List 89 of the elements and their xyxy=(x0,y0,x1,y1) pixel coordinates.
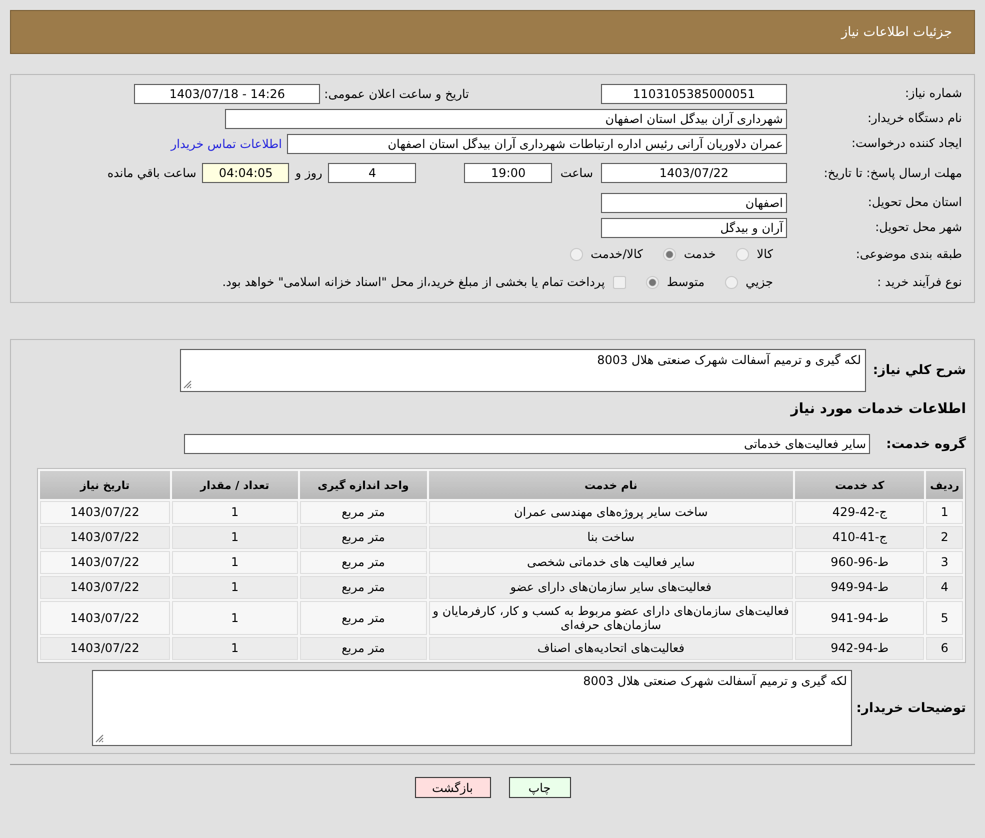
table-cell: 1403/07/22 xyxy=(40,601,170,635)
buyer-field: شهرداری آران بیدگل استان اصفهان xyxy=(225,108,787,128)
province-field: اصفهان xyxy=(601,192,787,212)
table-cell: فعالیت‌های اتحادیه‌های اصناف xyxy=(428,637,794,660)
table-cell: ط-96-960 xyxy=(795,551,924,574)
field-label: ایجاد کننده درخواست: xyxy=(850,136,962,151)
radio-button[interactable] xyxy=(724,276,738,288)
radio-label: متوسط xyxy=(666,275,705,289)
field-label: شرح کلي نياز: xyxy=(872,362,966,378)
resize-grip-icon[interactable] xyxy=(183,380,192,388)
section-heading: اطلاعات خدمات مورد نياز xyxy=(790,401,966,417)
back-button[interactable]: بازگشت xyxy=(414,777,490,798)
table-cell: ج-42-429 xyxy=(795,501,924,524)
table-cell: 1403/07/22 xyxy=(40,637,170,660)
payment-note: پرداخت تمام یا بخشی از مبلغ خرید،از محل "اسناد خزانه اسلامی" خواهد بود. xyxy=(222,275,605,289)
remaining-time-field: 04:04:05 xyxy=(202,163,290,183)
table-cell: 1 xyxy=(172,501,298,524)
table-cell: 1 xyxy=(172,526,298,549)
field-label: توضیحات خریدار: xyxy=(855,700,966,716)
radio-label: کالا/خدمت xyxy=(590,247,643,261)
print-button[interactable]: چاپ xyxy=(508,777,570,798)
table-cell: ساخت سایر پروژه‌های مهندسی عمران xyxy=(428,501,794,524)
table-cell: ط-94-942 xyxy=(795,637,924,660)
table-cell: 6 xyxy=(926,637,963,660)
service-group-field: سایر فعالیت‌های خدماتی xyxy=(184,434,870,454)
table-cell: 3 xyxy=(926,551,963,574)
table-cell: متر مربع xyxy=(300,576,427,599)
resize-grip-icon[interactable] xyxy=(95,734,104,743)
radio-label: خدمت xyxy=(684,247,716,261)
buyer-contact-link[interactable]: اطلاعات تماس خریدار xyxy=(170,136,282,150)
table-cell: فعالیت‌های سایر سازمان‌های دارای عضو xyxy=(428,576,794,599)
checkbox[interactable] xyxy=(612,276,626,288)
radio-button[interactable] xyxy=(662,248,676,260)
table-cell: 1403/07/22 xyxy=(40,526,170,549)
table-cell: 1 xyxy=(926,501,963,524)
table-cell: ساخت بنا xyxy=(428,526,794,549)
buyer-notes-textarea[interactable]: لکه گیری و ترمیم آسفالت شهرک صنعتی هلال 8003 xyxy=(92,670,852,746)
table-cell: متر مربع xyxy=(300,601,427,635)
field-label: تاریخ و ساعت اعلان عمومی: xyxy=(324,86,469,100)
table-cell: متر مربع xyxy=(300,637,427,660)
table-cell: متر مربع xyxy=(300,526,427,549)
table-cell: 4 xyxy=(926,576,963,599)
days-field: 4 xyxy=(328,163,416,183)
table-cell: 1403/07/22 xyxy=(40,501,170,524)
column-header: واحد اندازه گیری xyxy=(300,471,427,499)
city-field: آران و بیدگل xyxy=(601,218,787,238)
table-cell: ط-94-941 xyxy=(795,601,924,635)
field-label: استان محل تحویل: xyxy=(866,195,962,210)
announce-date-field: 1403/07/18 - 14:26 xyxy=(134,84,320,104)
table-cell: 5 xyxy=(926,601,963,635)
radio-button[interactable] xyxy=(646,276,659,288)
table-cell: 1 xyxy=(172,576,298,599)
creator-field: عمران دلاوریان آرانی رئیس اداره ارتباطات شهرداری آران بیدگل استان اصفهان xyxy=(287,134,787,154)
table-cell: 1 xyxy=(172,601,298,635)
field-label: ساعت xyxy=(560,166,593,180)
radio-button[interactable] xyxy=(736,248,749,260)
table-cell: ج-41-410 xyxy=(795,526,924,549)
table-cell: متر مربع xyxy=(300,501,427,524)
table-cell: متر مربع xyxy=(300,551,427,574)
table-cell: سایر فعالیت های خدماتی شخصی xyxy=(428,551,794,574)
field-label: ساعت باقي مانده xyxy=(107,166,196,180)
column-header: تاریخ نیاز xyxy=(40,471,170,499)
table-cell: ط-94-949 xyxy=(795,576,924,599)
table-cell: 1403/07/22 xyxy=(40,551,170,574)
table-cell: 1 xyxy=(172,551,298,574)
field-label: مهلت ارسال پاسخ: تا تاریخ: xyxy=(822,166,962,180)
table-cell: 1403/07/22 xyxy=(40,576,170,599)
page-title: جزئیات اطلاعات نیاز xyxy=(841,24,952,40)
field-label: نوع فرآیند خرید : xyxy=(876,274,962,290)
field-label: شهر محل تحویل: xyxy=(874,220,962,235)
deadline-date-field: 1403/07/22 xyxy=(601,163,787,183)
table-cell: فعالیت‌های سازمان‌های دارای عضو مربوط به کسب و کار، کارفرمایان و سازمان‌های حرفه‌ای xyxy=(428,601,794,635)
field-label: شماره نیاز: xyxy=(904,86,962,101)
field-label: گروه خدمت: xyxy=(885,436,966,452)
deadline-time-field: 19:00 xyxy=(464,163,552,183)
radio-label: کالا xyxy=(756,247,773,261)
field-label: طبقه بندی موضوعی: xyxy=(854,246,962,262)
radio-label: جزيي xyxy=(746,275,773,289)
table-cell: 1 xyxy=(172,637,298,660)
field-label: روز و xyxy=(295,166,322,180)
column-header: ردیف xyxy=(926,471,963,499)
summary-textarea[interactable]: لکه گیری و ترمیم آسفالت شهرک صنعتی هلال 8003 xyxy=(180,348,866,392)
column-header: تعداد / مقدار xyxy=(172,471,298,499)
need-number-field: 1103105385000051 xyxy=(601,84,787,104)
column-header: نام خدمت xyxy=(428,471,794,499)
table-cell: 2 xyxy=(926,526,963,549)
field-label: نام دستگاه خریدار: xyxy=(866,111,962,126)
radio-button[interactable] xyxy=(570,248,583,260)
column-header: کد خدمت xyxy=(795,471,924,499)
